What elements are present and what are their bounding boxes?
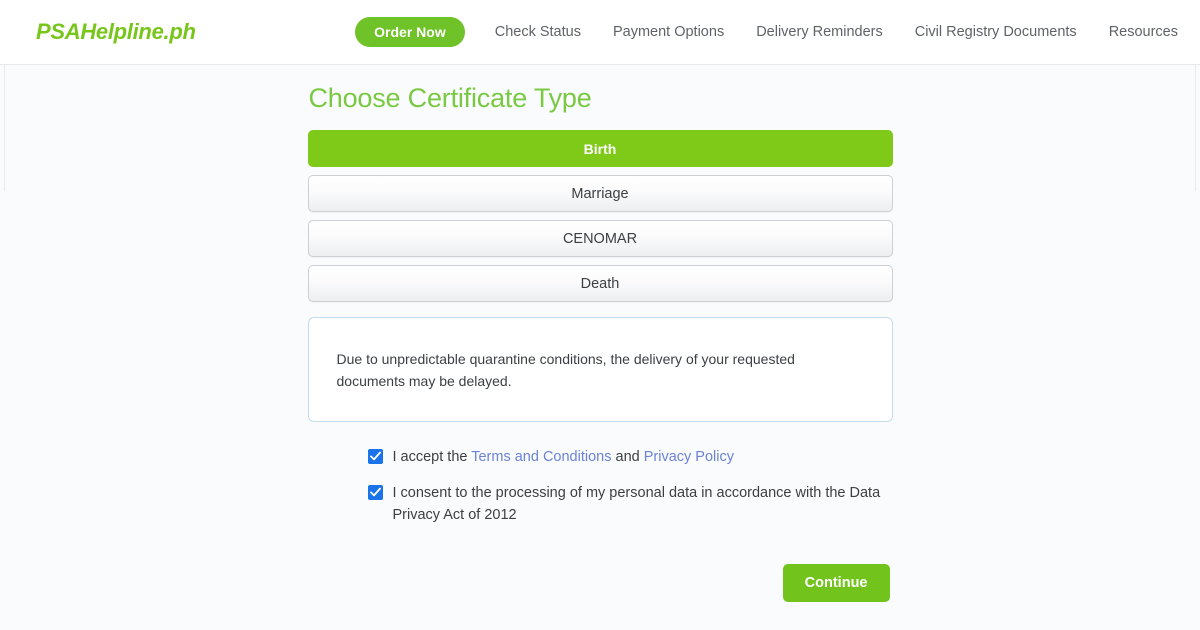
form-actions: Continue xyxy=(308,564,893,602)
site-header: PSAHelpline.ph Order Now Check Status Pa… xyxy=(0,0,1200,65)
data-privacy-checkbox[interactable] xyxy=(367,485,383,500)
nav-item-delivery-reminders[interactable]: Delivery Reminders xyxy=(740,17,899,47)
checkmark-icon xyxy=(369,451,381,461)
content-area: Choose Certificate Type Birth Marriage C… xyxy=(0,65,1200,630)
nav-item-order-now[interactable]: Order Now xyxy=(355,17,465,47)
continue-button[interactable]: Continue xyxy=(782,564,890,602)
privacy-policy-link[interactable]: Privacy Policy xyxy=(644,449,734,465)
terms-and-conditions-link[interactable]: Terms and Conditions xyxy=(471,449,611,465)
certificate-type-birth[interactable]: Birth xyxy=(307,130,893,167)
terms-consent-prefix: I accept the xyxy=(392,449,472,465)
main-navigation: Order Now Check Status Payment Options D… xyxy=(355,17,1178,47)
nav-item-payment-options[interactable]: Payment Options xyxy=(597,17,740,47)
certificate-type-list: Birth Marriage CENOMAR Death xyxy=(307,130,893,302)
certificate-type-death[interactable]: Death xyxy=(307,265,893,302)
consent-list: I accept the Terms and Conditions and Pr… xyxy=(308,446,893,526)
nav-item-civil-registry-documents[interactable]: Civil Registry Documents xyxy=(899,17,1093,47)
terms-consent-middle: and xyxy=(611,449,644,465)
checkmark-icon xyxy=(369,487,381,497)
certificate-type-marriage[interactable]: Marriage xyxy=(307,175,893,212)
order-form-panel: Choose Certificate Type Birth Marriage C… xyxy=(307,65,893,602)
certificate-type-cenomar[interactable]: CENOMAR xyxy=(307,220,893,257)
left-container-rule xyxy=(4,65,5,191)
delivery-notice-box: Due to unpredictable quarantine conditio… xyxy=(307,317,893,422)
terms-checkbox[interactable] xyxy=(367,449,383,464)
page-title: Choose Certificate Type xyxy=(308,83,592,113)
nav-item-resources[interactable]: Resources xyxy=(1093,17,1178,47)
consent-row-terms: I accept the Terms and Conditions and Pr… xyxy=(367,446,893,468)
terms-consent-text: I accept the Terms and Conditions and Pr… xyxy=(393,446,734,468)
consent-row-data-privacy: I consent to the processing of my person… xyxy=(367,482,893,526)
data-privacy-consent-text: I consent to the processing of my person… xyxy=(392,485,881,523)
site-logo[interactable]: PSAHelpline.ph xyxy=(36,19,196,45)
nav-item-check-status[interactable]: Check Status xyxy=(479,17,597,47)
delivery-notice-text: Due to unpredictable quarantine conditio… xyxy=(336,350,795,389)
right-container-rule xyxy=(1195,65,1196,191)
